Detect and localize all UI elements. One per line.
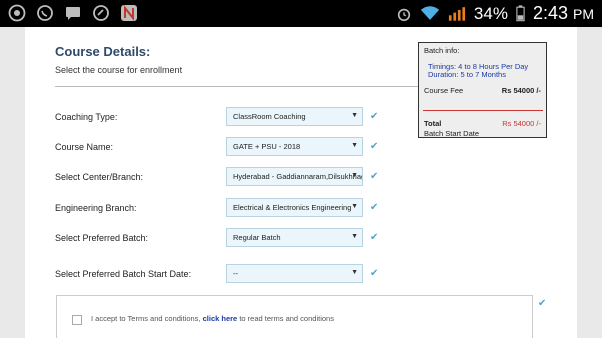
- system-icons: 34% 2:43 PM: [396, 3, 594, 24]
- course-name-select[interactable]: GATE + PSU - 2018 ▼: [226, 137, 363, 156]
- chevron-down-icon: ▼: [351, 142, 358, 149]
- center-branch-label: Select Center/Branch:: [55, 172, 144, 182]
- checkmark-icon: ✔: [370, 141, 379, 152]
- chevron-down-icon: ▼: [351, 203, 358, 210]
- total-value: Rs 54000 /-: [502, 119, 541, 128]
- engineering-branch-label: Engineering Branch:: [55, 203, 137, 213]
- alarm-icon: [397, 8, 411, 21]
- coaching-type-select[interactable]: ClassRoom Coaching ▼: [226, 107, 363, 126]
- terms-text: I accept to Terms and conditions, click …: [91, 314, 334, 323]
- checkmark-icon: ✔: [538, 298, 547, 309]
- signal-icon: [448, 7, 466, 21]
- page-title: Course Details:: [55, 44, 151, 59]
- checkmark-icon: ✔: [370, 232, 379, 243]
- terms-link[interactable]: click here: [203, 314, 238, 323]
- chrome-icon: [8, 4, 26, 22]
- wifi-icon: [420, 6, 439, 20]
- center-branch-select[interactable]: Hyderabad - Gaddiannaram,Dilsukhnagar ▼: [226, 167, 363, 186]
- chevron-down-icon: ▼: [351, 112, 358, 119]
- checkmark-icon: ✔: [370, 202, 379, 213]
- notification-icons: [8, 4, 138, 22]
- chevron-down-icon: ▼: [351, 233, 358, 240]
- clock: 2:43 PM: [532, 3, 594, 23]
- coaching-type-label: Coaching Type:: [55, 112, 118, 122]
- course-fee-label: Course Fee: [424, 86, 464, 95]
- batch-start-date-label: Select Preferred Batch Start Date:: [55, 269, 192, 279]
- checkmark-icon: ✔: [370, 111, 379, 122]
- section-divider: [55, 86, 420, 87]
- preferred-batch-label: Select Preferred Batch:: [55, 233, 149, 243]
- engineering-branch-select[interactable]: Electrical & Electronics Engineering ▼: [226, 198, 363, 217]
- chevron-down-icon: ▼: [351, 269, 358, 276]
- batch-start-label: Batch Start Date: [424, 129, 480, 138]
- terms-panel: I accept to Terms and conditions, click …: [56, 295, 533, 338]
- preferred-batch-select[interactable]: Regular Batch ▼: [226, 228, 363, 247]
- battery-percent: 34%: [473, 3, 508, 23]
- batch-info-panel: Batch info: Timings: 4 to 8 Hours Per Da…: [418, 42, 547, 138]
- whatsapp-icon: [37, 5, 53, 21]
- batch-info-title: Batch info:: [424, 46, 460, 55]
- battery-icon: [516, 5, 525, 22]
- course-fee-value: Rs 54000 /-: [501, 86, 541, 95]
- total-divider: [423, 110, 543, 111]
- netflix-icon: [121, 5, 137, 21]
- batch-start-date-select[interactable]: -- ▼: [226, 264, 363, 283]
- phone-icon: [93, 5, 109, 21]
- chevron-down-icon: ▼: [351, 172, 358, 179]
- total-label: Total: [424, 119, 442, 128]
- message-icon: [66, 7, 80, 20]
- checkmark-icon: ✔: [370, 171, 379, 182]
- batch-duration: Duration: 5 to 7 Months: [428, 70, 506, 79]
- course-name-label: Course Name:: [55, 142, 114, 152]
- android-status-bar: 34% 2:43 PM: [0, 0, 602, 27]
- terms-checkbox[interactable]: [72, 315, 82, 325]
- checkmark-icon: ✔: [370, 268, 379, 279]
- page-subtitle: Select the course for enrollment: [55, 65, 183, 75]
